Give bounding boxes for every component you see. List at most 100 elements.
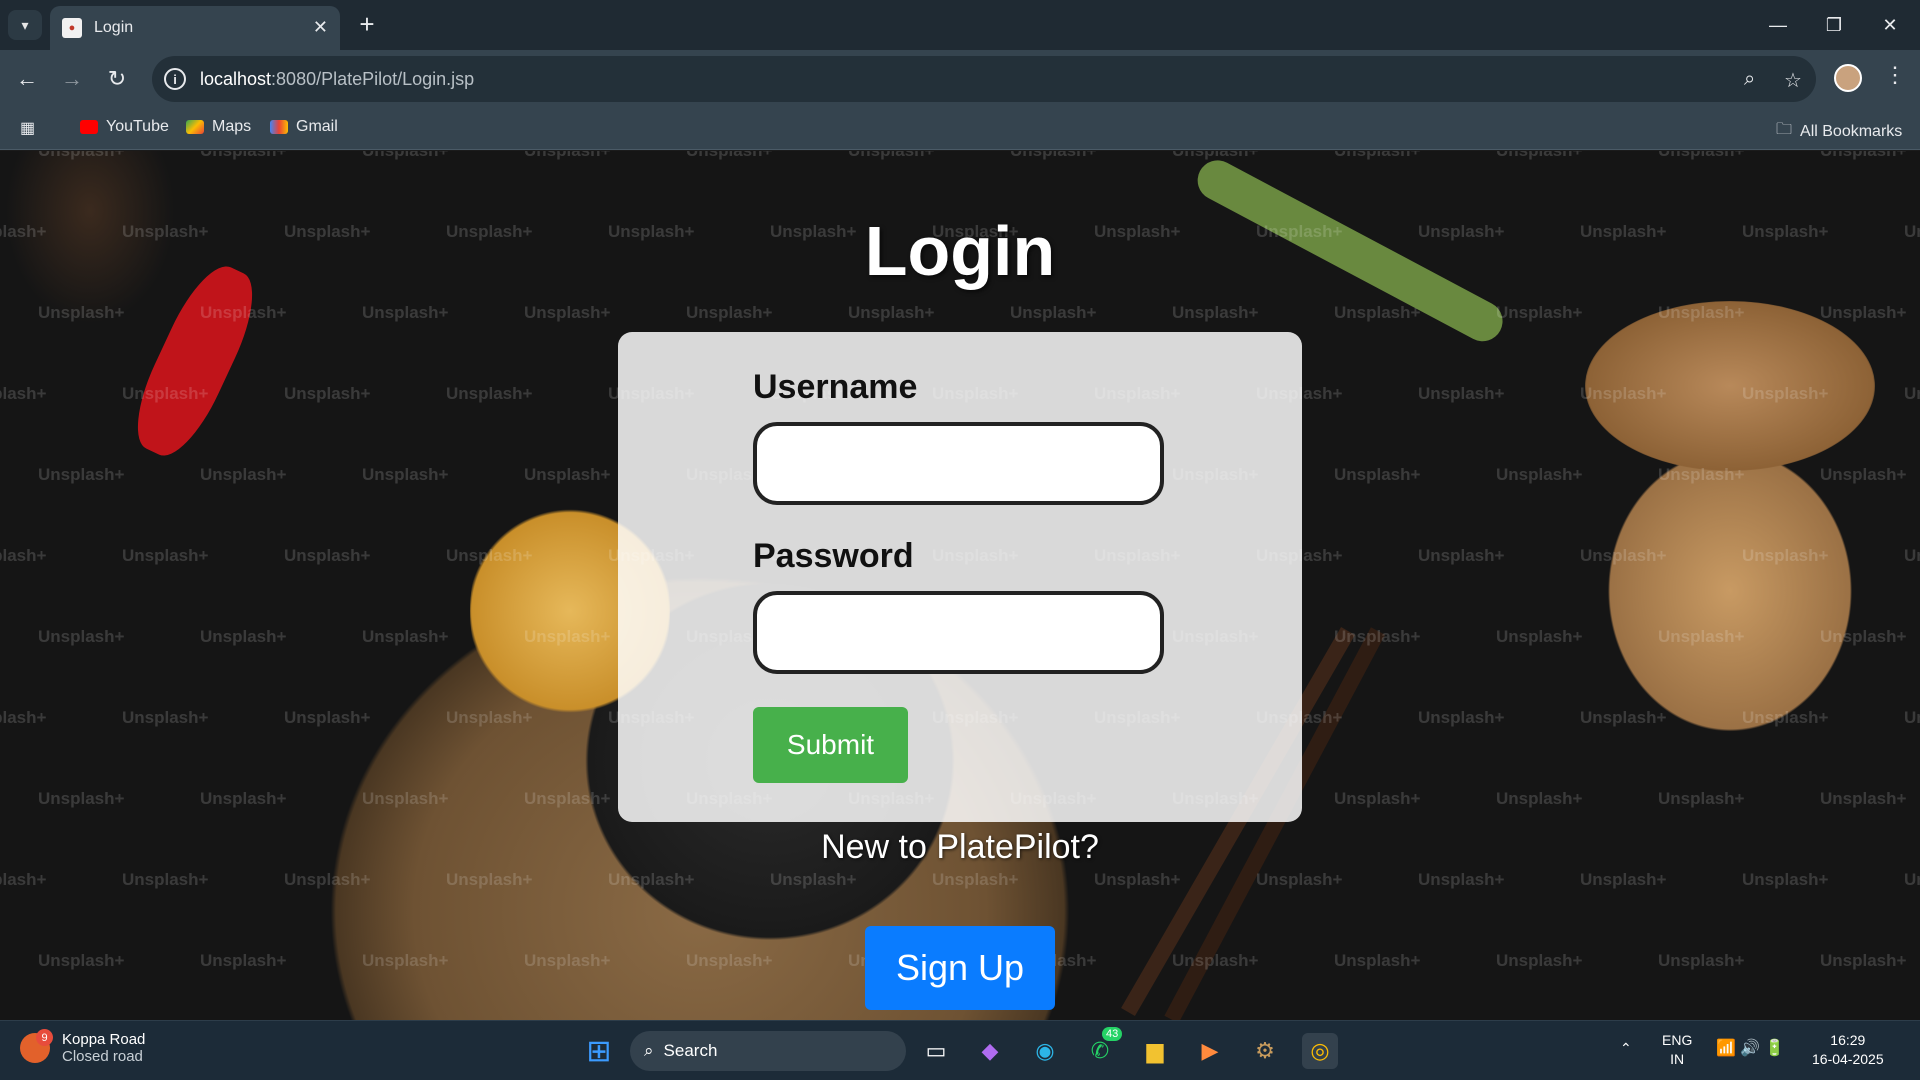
watermark-text: Unsplash+ [38,951,125,970]
file-explorer-icon[interactable]: ▆ [1137,1033,1173,1069]
zoom-icon[interactable]: ⌕ [1744,68,1755,91]
watermark-text: Unsplash+ [1820,465,1907,484]
taskbar: 9 Koppa Road Closed road ⊞ ⌕ Search ▭ ◆ ◉… [0,1020,1920,1080]
whatsapp-icon[interactable]: ✆ 43 [1082,1027,1123,1069]
gmail-icon [270,120,288,134]
bookmark-gmail[interactable]: Gmail [270,118,338,136]
watermark-text: Unsplash+ [1904,546,1920,565]
watermark-text: Unsplash+ [524,951,611,970]
bookmark-youtube[interactable]: YouTube [80,118,169,136]
watermark-text: Unsplash+ [200,465,287,484]
watermark-text: Unsplash+ [1820,303,1907,322]
watermark-text: Unsplash+ [1580,870,1667,889]
tray-overflow-icon[interactable]: ⌃ [1620,1039,1632,1058]
chevron-down-icon: ▾ [21,16,29,33]
watermark-text: Unsplash+ [1496,151,1582,161]
watermark-text: Unsplash+ [524,627,611,646]
watermark-text: Unsplash+ [1742,708,1829,727]
watermark-text: Unsplash+ [362,789,449,808]
watermark-text: Unsplash+ [284,384,371,403]
watermark-text: Unsplash+ [284,870,371,889]
watermark-text: Unsplash+ [200,627,287,646]
watermark-text: Unsplash+ [1904,870,1920,889]
watermark-text: Unsplash+ [1496,465,1583,484]
watermark-text: Unsplash+ [446,384,533,403]
watermark-text: Unsplash+ [362,627,449,646]
watermark-text: Unsplash+ [1580,384,1667,403]
watermark-text: Unsplash+ [686,951,773,970]
youtube-icon [80,120,98,134]
login-form: Username Password Submit [618,332,1302,822]
watermark-text: Unsplash+ [1418,384,1505,403]
whatsapp-badge: 43 [1102,1027,1123,1041]
back-button[interactable]: ← [12,64,42,94]
watermark-text: Unsplash+ [446,546,533,565]
weather-widget[interactable]: 9 Koppa Road Closed road [20,1029,145,1065]
bookmark-star-icon[interactable]: ☆ [1784,68,1802,93]
username-input[interactable] [753,422,1164,505]
settings-icon[interactable]: ⚙ [1247,1033,1283,1069]
signup-button[interactable]: Sign Up [865,926,1055,1010]
site-info-icon[interactable]: i [164,68,186,90]
watermark-text: Unsplash+ [1742,870,1829,889]
password-input[interactable] [753,591,1164,674]
reload-button[interactable]: ↻ [102,64,132,94]
apps-grid-icon[interactable]: ▦ [20,118,35,138]
browser-menu-icon[interactable]: ⋮ [1884,62,1906,88]
close-window-button[interactable]: ✕ [1862,0,1918,50]
username-label: Username [753,368,918,406]
watermark-text: Unsplash+ [362,151,448,161]
bookmark-maps[interactable]: Maps [186,118,251,136]
close-tab-icon[interactable]: ✕ [313,17,328,38]
watermark-text: Unsplash+ [1820,627,1907,646]
minimize-button[interactable]: — [1750,0,1806,50]
watermark-text: Unsplash+ [0,384,47,403]
watermark-text: Unsplash+ [1172,951,1259,970]
clock[interactable]: 16:29 16-04-2025 [1812,1031,1884,1069]
media-player-icon[interactable]: ▶ [1192,1033,1228,1069]
windows-start-icon[interactable]: ⊞ [581,1033,617,1069]
watermark-text: Unsplash+ [848,151,934,161]
watermark-text: Unsplash+ [1820,951,1907,970]
watermark-text: Unsplash+ [446,708,533,727]
language-indicator[interactable]: ENG IN [1662,1031,1692,1069]
edge-icon[interactable]: ◉ [1027,1033,1063,1069]
tab-search-button[interactable]: ▾ [8,10,42,40]
watermark-text: Unsplash+ [200,951,287,970]
watermark-text: Unsplash+ [1742,384,1829,403]
tab-strip: ▾ ● Login ✕ + — ❐ ✕ [0,0,1920,50]
maps-icon [186,120,204,134]
forward-button[interactable]: → [57,64,87,94]
weather-subtitle: Closed road [62,1048,143,1065]
watermark-text: Unsplash+ [1334,627,1421,646]
submit-button[interactable]: Submit [753,707,908,783]
watermark-text: Unsplash+ [0,708,47,727]
watermark-text: Unsplash+ [1658,465,1745,484]
watermark-text: Unsplash+ [524,151,610,161]
restore-button[interactable]: ❐ [1806,0,1862,50]
watermark-text: Unsplash+ [1820,789,1907,808]
watermark-text: Unsplash+ [1658,789,1745,808]
watermark-text: Unsplash+ [608,870,695,889]
copilot-icon[interactable]: ◆ [972,1033,1008,1069]
watermark-text: Unsplash+ [284,546,371,565]
tab-login[interactable]: ● Login ✕ [50,6,340,50]
chrome-icon[interactable]: ◎ [1302,1033,1338,1069]
watermark-text: Unsplash+ [848,303,935,322]
watermark-text: Unsplash+ [122,870,209,889]
taskbar-search[interactable]: ⌕ Search [630,1031,906,1071]
profile-avatar[interactable] [1834,64,1862,92]
watermark-text: Unsplash+ [1820,151,1906,161]
watermark-text: Unsplash+ [1658,151,1744,161]
watermark-text: Unsplash+ [1496,627,1583,646]
watermark-text: Unsplash+ [122,708,209,727]
watermark-text: Unsplash+ [1010,303,1097,322]
watermark-text: Unsplash+ [0,870,47,889]
address-bar[interactable]: i localhost:8080/PlatePilot/Login.jsp ⌕ … [152,56,1816,102]
all-bookmarks-button[interactable]: 🗀 All Bookmarks [1776,118,1902,145]
network-volume-battery-icons[interactable]: 📶 🔊 🔋 [1716,1039,1785,1058]
url-text[interactable]: localhost:8080/PlatePilot/Login.jsp [200,69,474,90]
watermark-text: Unsplash+ [1496,951,1583,970]
new-tab-button[interactable]: + [352,10,382,40]
task-view-icon[interactable]: ▭ [918,1033,954,1069]
